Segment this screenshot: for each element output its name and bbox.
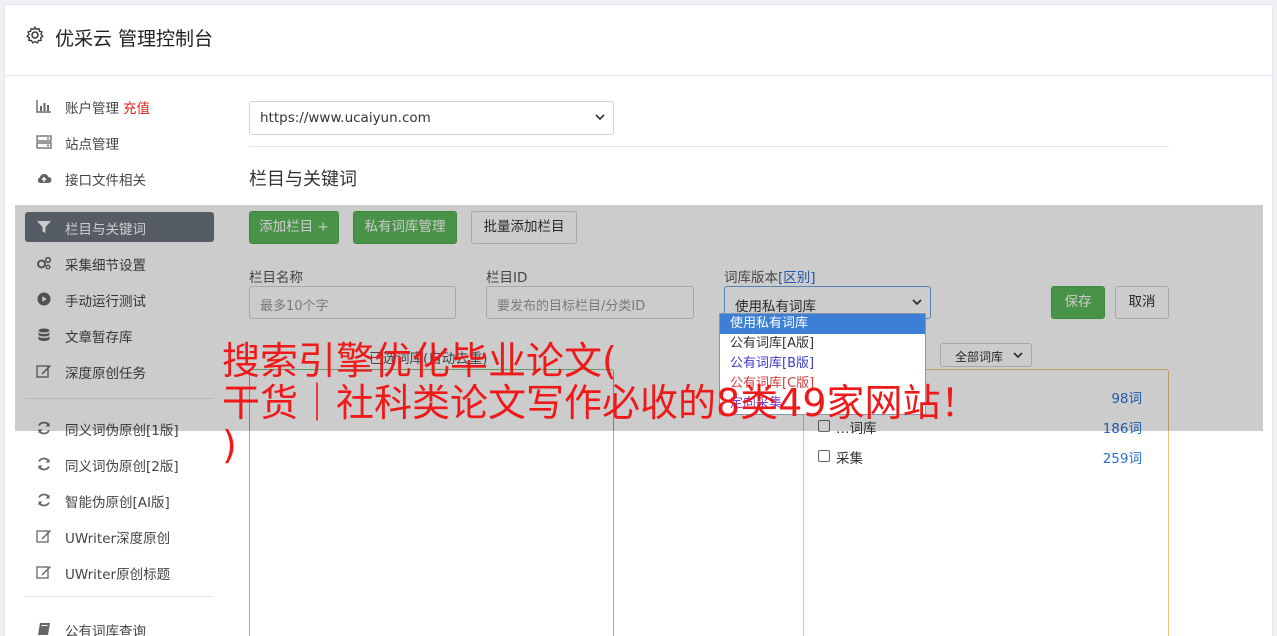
divider <box>249 146 1169 147</box>
edit-icon <box>36 530 51 543</box>
dropdown-option[interactable]: 使用私有词库 <box>720 314 925 334</box>
sidebar-item-interface[interactable]: 接口文件相关 <box>25 163 214 193</box>
edit-icon <box>36 566 51 579</box>
sidebar-item-label: 同义词伪原创[2版] <box>65 459 179 475</box>
sidebar-item-ai-rewrite[interactable]: 智能伪原创[AI版] <box>25 485 214 515</box>
sidebar-item-label: 公有词库查询 <box>65 624 146 636</box>
sidebar-item-sites[interactable]: 站点管理 <box>25 127 214 157</box>
sidebar-item-synonym-v2[interactable]: 同义词伪原创[2版] <box>25 449 214 479</box>
refresh-icon <box>38 457 50 471</box>
sidebar-item-account[interactable]: 账户管理 充值 <box>25 91 214 121</box>
banner-line: 搜索引擎优化毕业论文( <box>222 339 617 383</box>
header: 优采云 管理控制台 <box>5 5 1272 76</box>
sidebar-divider <box>25 596 214 597</box>
sidebar-item-label: 智能伪原创[AI版] <box>65 495 170 511</box>
headline-banner: 搜索引擎优化毕业论文( 干货｜社科类论文写作必收的8类49家网站！ ) <box>222 340 979 466</box>
site-select[interactable]: https://www.ucaiyun.com <box>249 101 614 135</box>
book-icon <box>38 623 50 635</box>
recharge-link[interactable]: 充值 <box>123 101 150 117</box>
page-title: 优采云 管理控制台 <box>55 28 214 50</box>
sidebar-item-label: 接口文件相关 <box>65 173 146 189</box>
section-title: 栏目与关键词 <box>249 169 357 190</box>
banner-line: ) <box>222 423 237 467</box>
sidebar-item-label: 站点管理 <box>65 137 119 153</box>
sidebar-item-label: UWriter深度原创 <box>65 531 171 547</box>
banner-line: 干货｜社科类论文写作必收的8类49家网站！ <box>222 381 979 425</box>
sidebar-item-uwriter-deep[interactable]: UWriter深度原创 <box>25 521 214 551</box>
server-icon <box>36 135 52 149</box>
refresh-icon <box>38 493 50 507</box>
sidebar-item-label: 账户管理 <box>65 101 119 117</box>
sidebar-item-label: UWriter原创标题 <box>65 567 171 583</box>
cloud-upload-icon <box>37 173 52 183</box>
bar-chart-icon <box>36 100 51 113</box>
sidebar-item-public-lib[interactable]: 公有词库查询 <box>25 614 214 636</box>
sidebar-item-uwriter-title[interactable]: UWriter原创标题 <box>25 557 214 587</box>
chevron-down-icon <box>595 114 605 121</box>
gear-icon <box>26 26 44 44</box>
